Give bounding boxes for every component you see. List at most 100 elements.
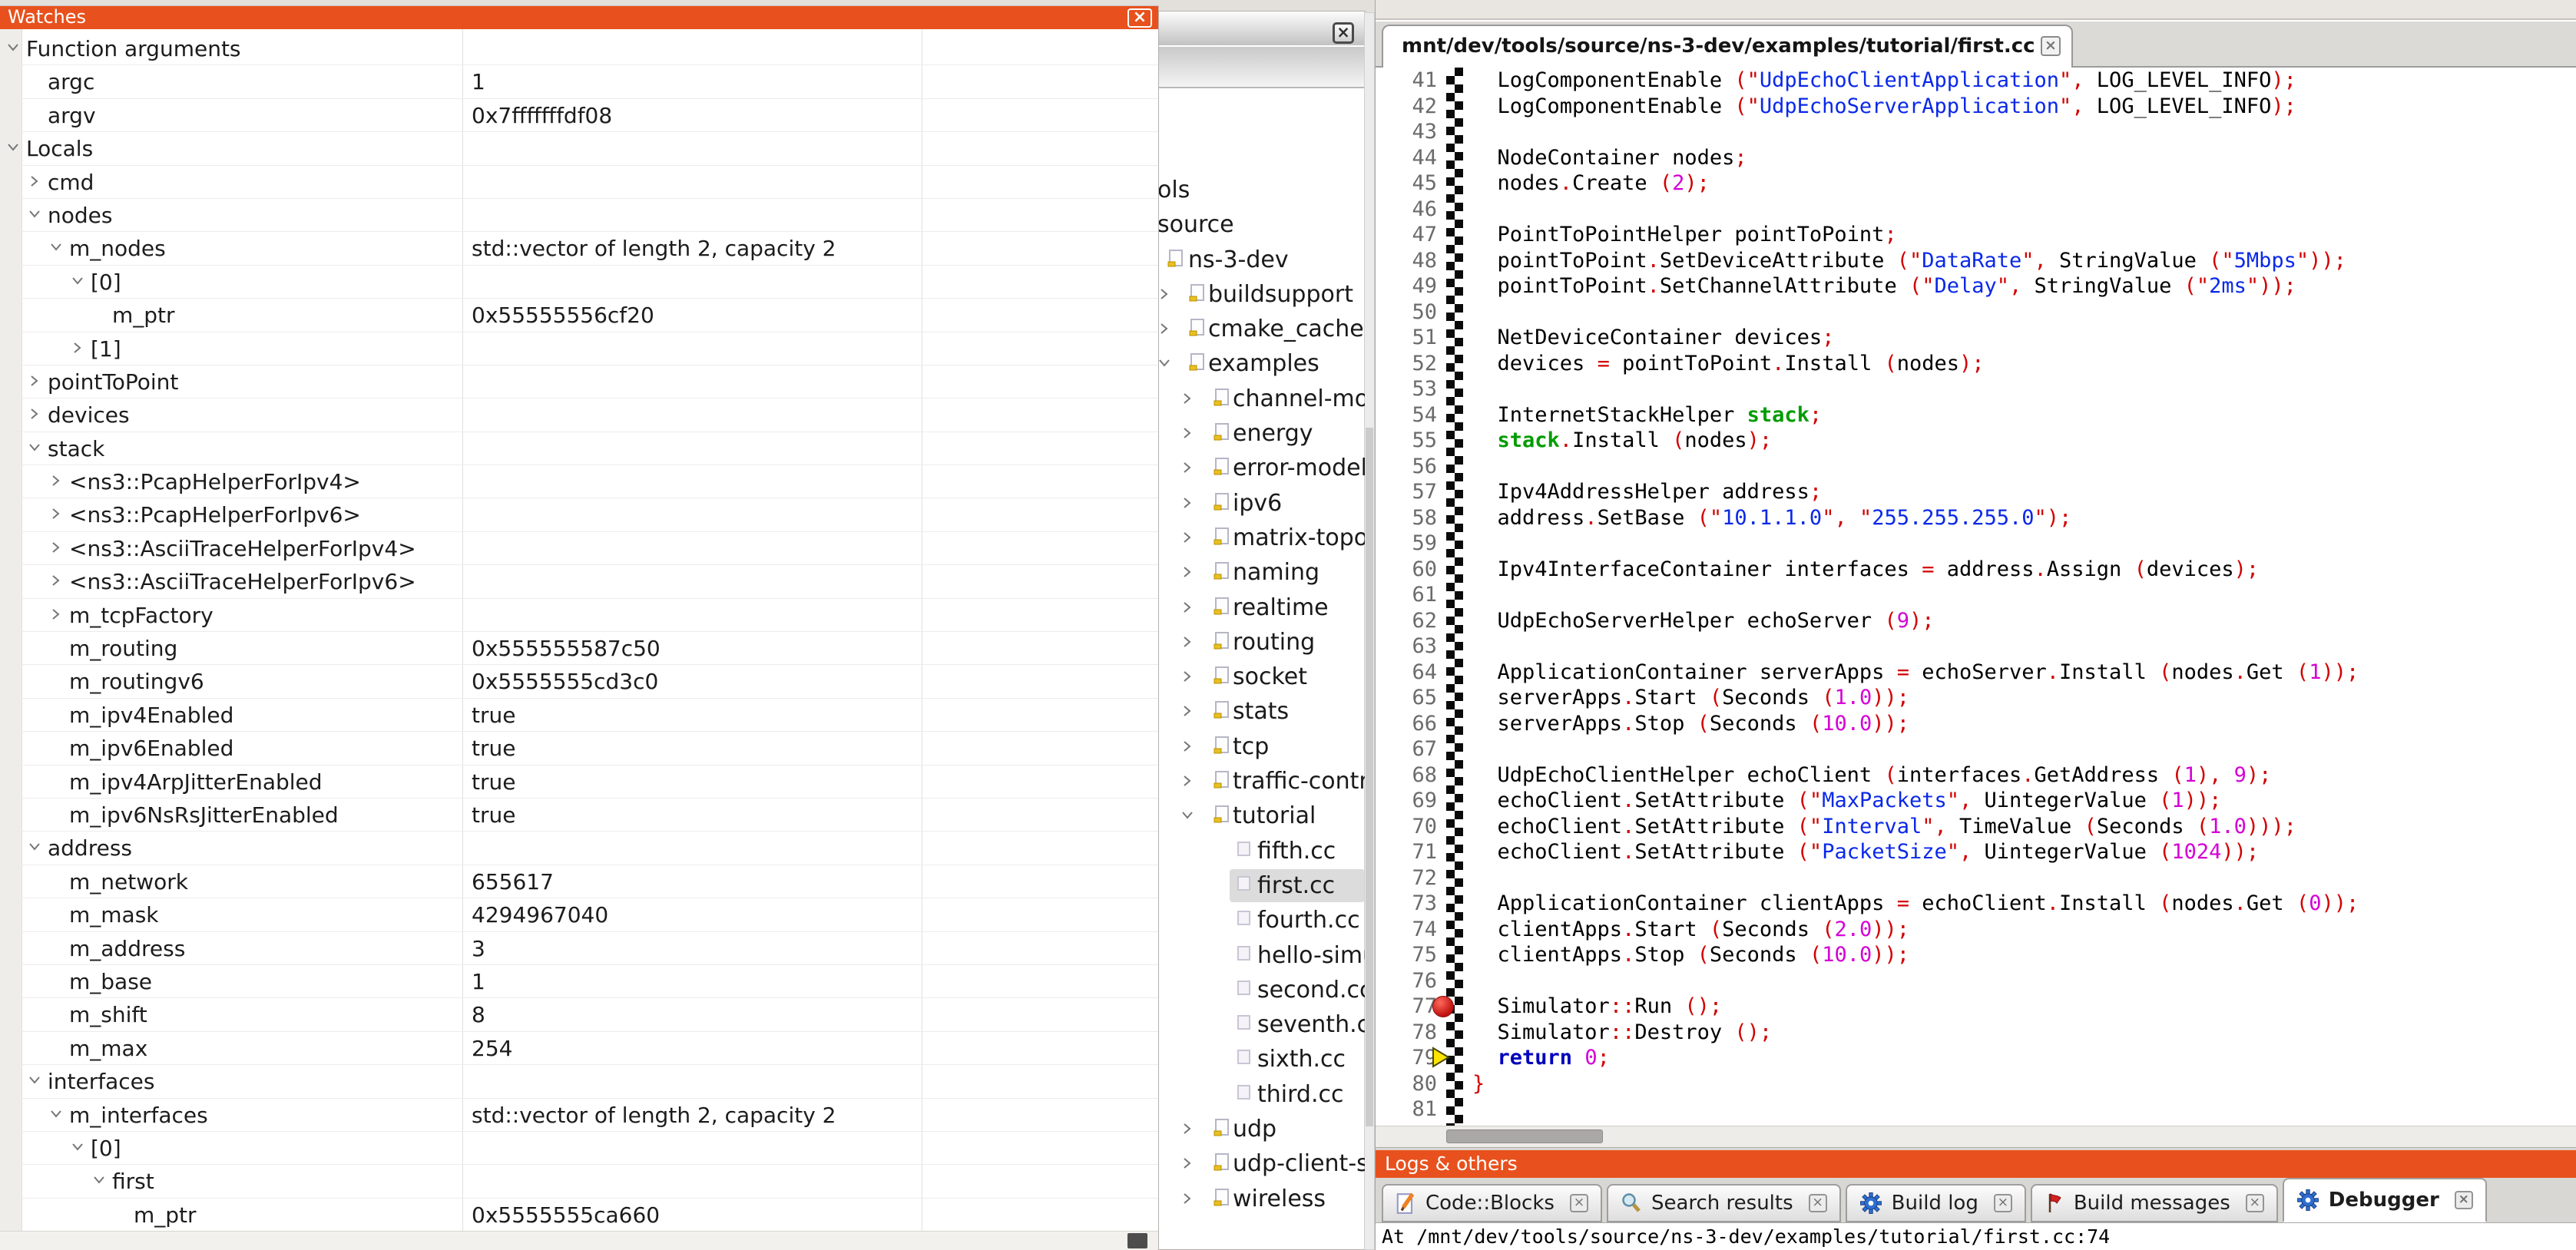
code-line[interactable]: 56 [1376, 454, 2576, 480]
watch-row[interactable]: <ns3::PcapHelperForIpv6> [0, 498, 1158, 531]
code-line[interactable]: 41 LogComponentEnable ("UdpEchoClientApp… [1376, 68, 2576, 94]
tree-item-channel-mod[interactable]: channel-mod [1159, 382, 1365, 416]
tree-item-error-model[interactable]: error-model [1159, 451, 1365, 485]
tree-scrollbar-thumb[interactable] [1366, 428, 1373, 1126]
expander-icon[interactable] [1180, 461, 1194, 475]
line-number[interactable]: 79 [1376, 1045, 1437, 1071]
line-number[interactable]: 69 [1376, 788, 1437, 814]
expander-icon[interactable] [1180, 565, 1194, 579]
close-icon[interactable]: × [1333, 22, 1354, 44]
code-line[interactable]: 65 serverApps.Start (Seconds (1.0)); [1376, 685, 2576, 711]
watch-row[interactable]: Function arguments [0, 32, 1158, 65]
expander-icon[interactable] [49, 474, 65, 489]
watch-row[interactable]: first [0, 1165, 1158, 1198]
watch-row[interactable]: m_base1 [0, 965, 1158, 998]
editor-horizontal-scrollbar[interactable] [1376, 1126, 2576, 1147]
tree-item-energy[interactable]: energy [1159, 416, 1365, 451]
line-number[interactable]: 58 [1376, 505, 1437, 531]
tree-item-stats[interactable]: stats [1159, 694, 1365, 729]
code-line[interactable]: 73 ApplicationContainer clientApps = ech… [1376, 891, 2576, 917]
code-line[interactable]: 75 clientApps.Stop (Seconds (10.0)); [1376, 942, 2576, 968]
expander-icon[interactable] [1180, 774, 1194, 788]
line-number[interactable]: 75 [1376, 942, 1437, 968]
line-number[interactable]: 78 [1376, 1020, 1437, 1046]
watch-row[interactable]: <ns3::AsciiTraceHelperForIpv6> [0, 565, 1158, 598]
tree-item-socket[interactable]: socket [1159, 660, 1365, 694]
watch-row[interactable]: interfaces [0, 1065, 1158, 1098]
logs-tab-build-log[interactable]: Build log× [1846, 1184, 2026, 1222]
expander-icon[interactable] [1180, 426, 1194, 440]
editor-scrollbar-thumb[interactable] [1446, 1129, 1603, 1143]
watch-row[interactable]: m_ipv6NsRsJitterEnabledtrue [0, 799, 1158, 832]
tree-item-wireless[interactable]: wireless [1159, 1182, 1365, 1216]
line-number[interactable]: 64 [1376, 660, 1437, 686]
code-line[interactable]: 71 echoClient.SetAttribute ("PacketSize"… [1376, 839, 2576, 865]
code-line[interactable]: 49 pointToPoint.SetChannelAttribute ("De… [1376, 273, 2576, 299]
code-line[interactable]: 69 echoClient.SetAttribute ("MaxPackets"… [1376, 788, 2576, 814]
watch-row[interactable]: argc1 [0, 65, 1158, 98]
code-line[interactable]: 63 [1376, 633, 2576, 660]
close-icon[interactable]: × [2041, 36, 2061, 56]
line-number[interactable]: 50 [1376, 299, 1437, 326]
watch-row[interactable]: m_interfacesstd::vector of length 2, cap… [0, 1099, 1158, 1132]
line-number[interactable]: 43 [1376, 119, 1437, 145]
expander-icon[interactable] [1180, 704, 1194, 718]
tree-item-matrix-topolo[interactable]: matrix-topolo [1159, 521, 1365, 555]
code-line[interactable]: 79 return 0; [1376, 1045, 2576, 1071]
watch-row[interactable]: m_ipv4Enabledtrue [0, 699, 1158, 732]
close-icon[interactable]: × [1994, 1194, 2012, 1212]
watch-row[interactable]: stack [0, 432, 1158, 465]
expander-icon[interactable] [1158, 356, 1171, 370]
close-icon[interactable]: × [1127, 8, 1152, 28]
code-line[interactable]: 55 stack.Install (nodes); [1376, 428, 2576, 454]
line-number[interactable]: 73 [1376, 891, 1437, 917]
tree-item-udp-client-ser[interactable]: udp-client-ser [1159, 1146, 1365, 1181]
tree-item-ipv6[interactable]: ipv6 [1159, 486, 1365, 521]
watch-row[interactable]: m_ipv6Enabledtrue [0, 732, 1158, 765]
watch-row[interactable]: [1] [0, 332, 1158, 365]
watch-row[interactable]: m_max254 [0, 1032, 1158, 1065]
tree-item-udp[interactable]: udp [1159, 1112, 1365, 1146]
line-number[interactable]: 67 [1376, 736, 1437, 762]
tree-item-ns-3-dev[interactable]: ns-3-dev [1159, 243, 1365, 277]
line-number[interactable]: 52 [1376, 351, 1437, 377]
expander-icon[interactable] [28, 207, 43, 223]
code-line[interactable]: 67 [1376, 736, 2576, 762]
line-number[interactable]: 41 [1376, 68, 1437, 94]
code-line[interactable]: 74 clientApps.Start (Seconds (2.0)); [1376, 917, 2576, 943]
code-line[interactable]: 57 Ipv4AddressHelper address; [1376, 479, 2576, 505]
breakpoint-icon[interactable] [1432, 996, 1454, 1017]
code-line[interactable]: 45 nodes.Create (2); [1376, 170, 2576, 197]
code-line[interactable]: 81 [1376, 1096, 2576, 1123]
expander-icon[interactable] [1180, 496, 1194, 510]
code-line[interactable]: 76 [1376, 968, 2576, 994]
tree-item-third-cc[interactable]: third.cc [1159, 1077, 1365, 1112]
watch-row[interactable]: m_network655617 [0, 865, 1158, 898]
watch-row[interactable]: m_ptr0x5555555ca660 [0, 1199, 1158, 1232]
expander-icon[interactable] [1180, 1192, 1194, 1205]
code-line[interactable]: 70 echoClient.SetAttribute ("Interval", … [1376, 814, 2576, 840]
line-number[interactable]: 60 [1376, 557, 1437, 583]
expander-icon[interactable] [1180, 531, 1194, 544]
expander-icon[interactable] [28, 1073, 43, 1089]
code-line[interactable]: 50 [1376, 299, 2576, 326]
line-number[interactable]: 59 [1376, 531, 1437, 557]
expander-icon[interactable] [6, 41, 22, 56]
line-number[interactable]: 42 [1376, 94, 1437, 120]
editor-tab-first-cc[interactable]: mnt/dev/tools/source/ns-3-dev/examples/t… [1382, 25, 2073, 68]
watch-row[interactable]: devices [0, 398, 1158, 432]
expander-icon[interactable] [1158, 322, 1171, 336]
code-line[interactable]: 78 Simulator::Destroy (); [1376, 1020, 2576, 1046]
tree-item-routing[interactable]: routing [1159, 625, 1365, 660]
expander-icon[interactable] [1180, 809, 1194, 822]
watch-row[interactable]: m_routingv60x5555555cd3c0 [0, 665, 1158, 698]
watch-row[interactable]: m_ptr0x55555556cf20 [0, 299, 1158, 332]
tree-item-fifth-cc[interactable]: fifth.cc [1159, 834, 1365, 868]
watch-row[interactable]: cmd [0, 166, 1158, 199]
code-line[interactable]: 77 Simulator::Run (); [1376, 994, 2576, 1020]
code-line[interactable]: 68 UdpEchoClientHelper echoClient (inter… [1376, 762, 2576, 789]
code-line[interactable]: 51 NetDeviceContainer devices; [1376, 325, 2576, 351]
expander-icon[interactable] [1180, 1122, 1194, 1136]
watch-row[interactable]: Locals [0, 132, 1158, 165]
expander-icon[interactable] [1180, 739, 1194, 753]
